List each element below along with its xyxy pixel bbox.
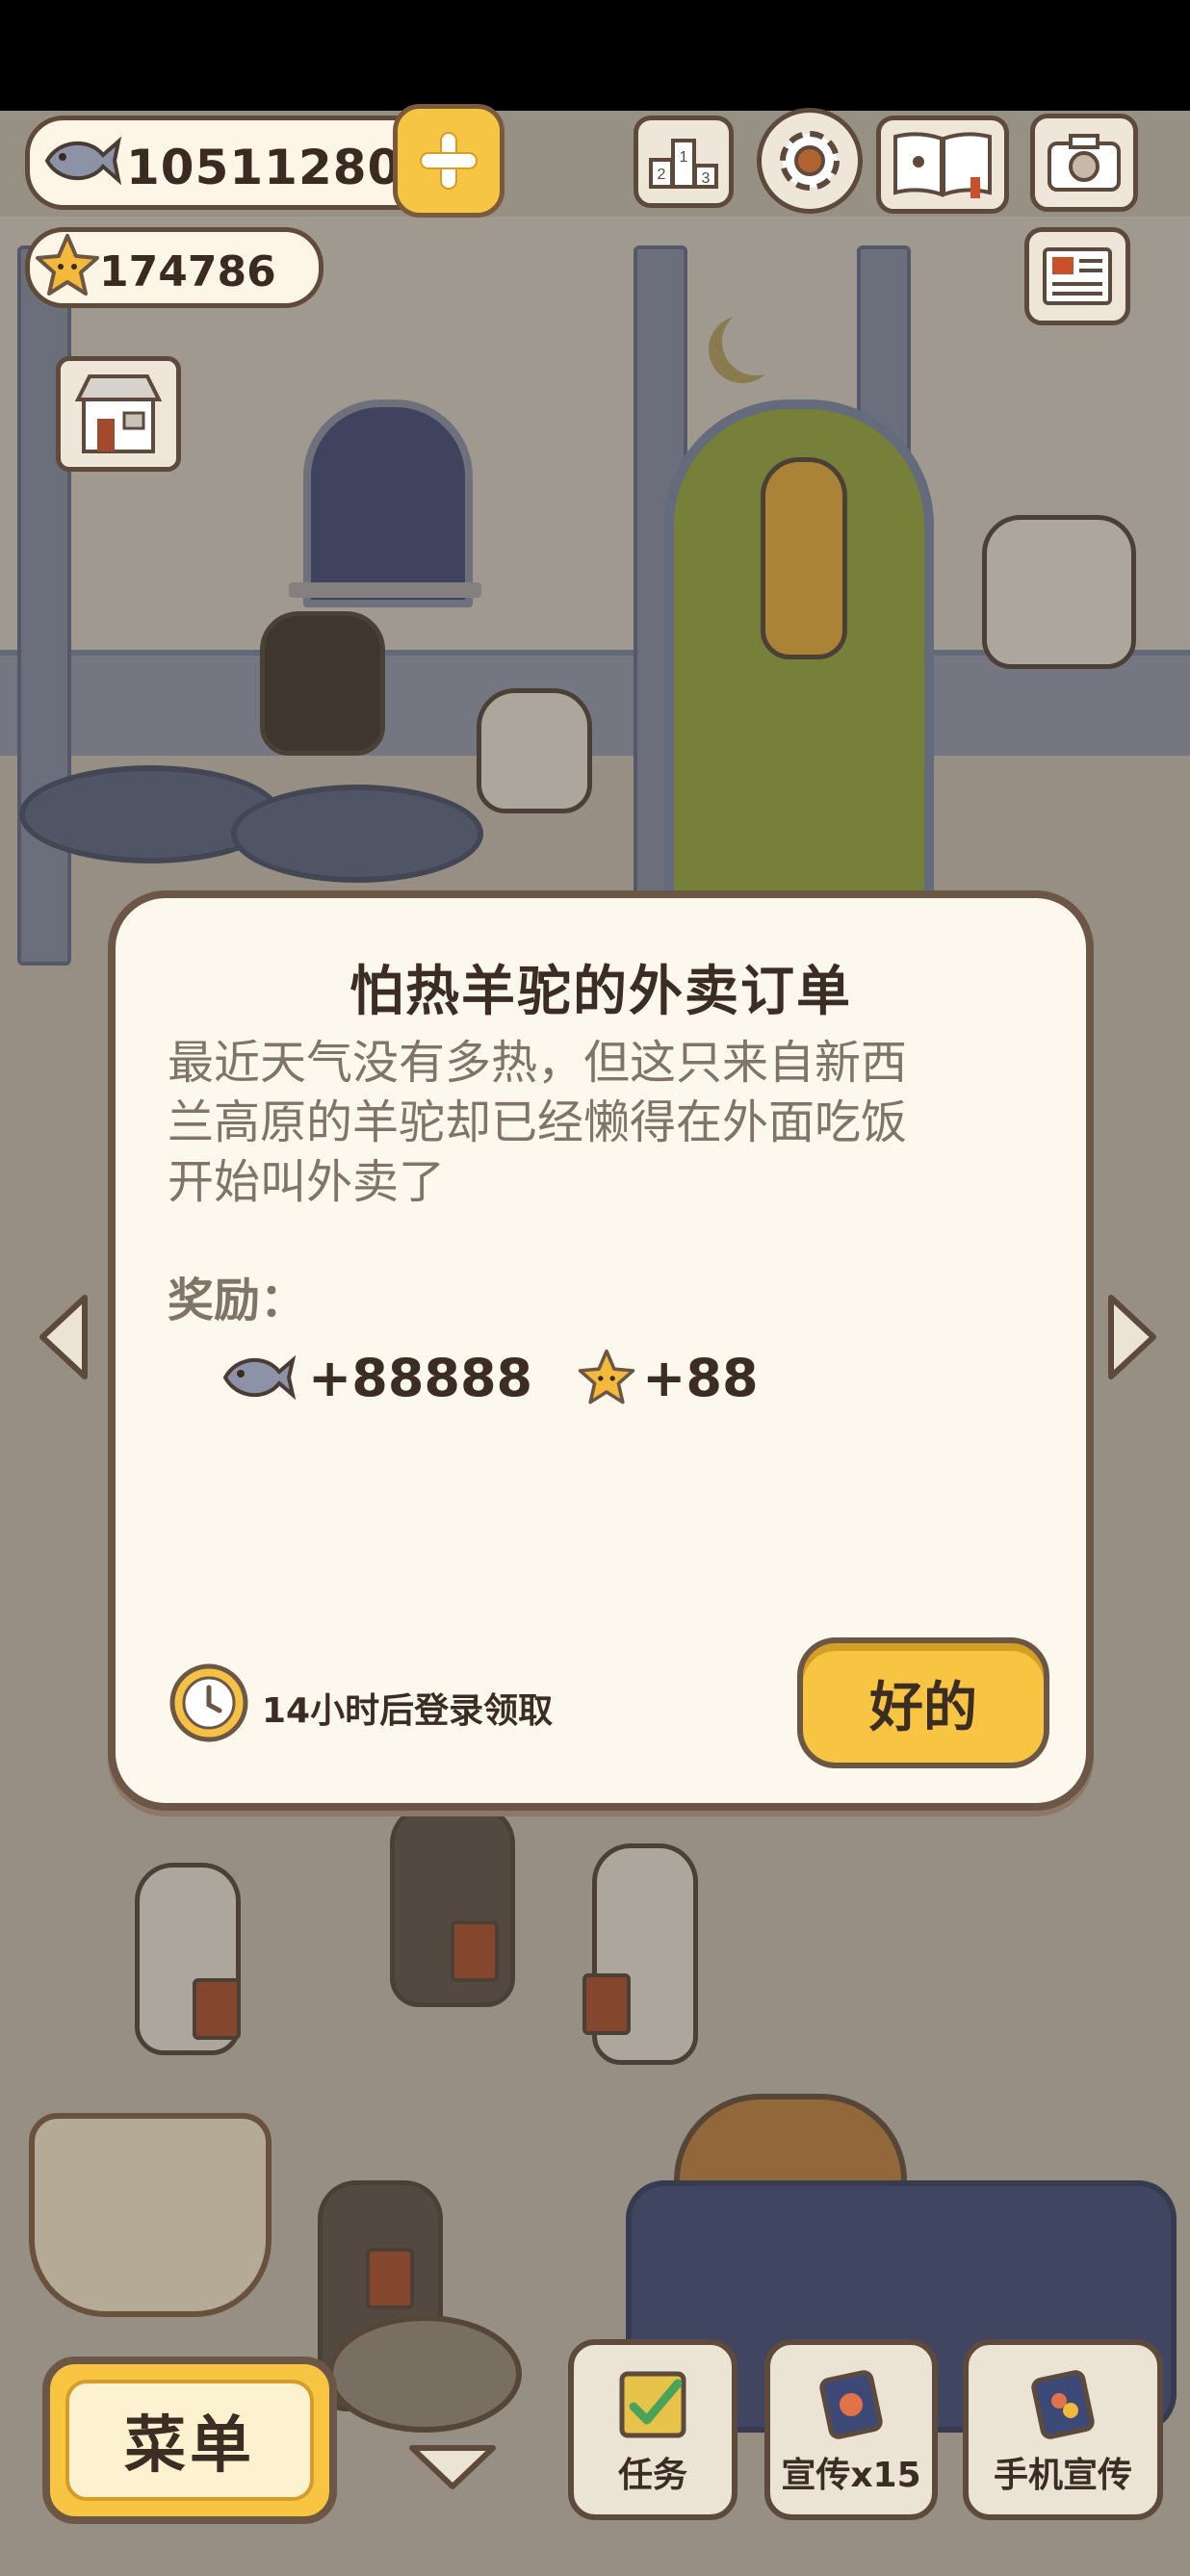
coin-value: 10511280 bbox=[126, 140, 402, 195]
tasks-button[interactable]: 任务 bbox=[568, 2339, 737, 2520]
ranking-button[interactable]: 2 1 3 bbox=[634, 116, 734, 208]
phone-promotion-label: 手机宣传 bbox=[993, 2456, 1132, 2495]
delivery-order-dialog: 怕热羊驼的外卖订单 最近天气没有多热，但这只来自新西 兰高原的羊驼却已经懒得在外… bbox=[108, 890, 1094, 1811]
camera-icon bbox=[1048, 134, 1121, 192]
svg-text:2: 2 bbox=[658, 167, 666, 183]
fish-icon bbox=[222, 1354, 297, 1401]
book-icon bbox=[893, 132, 992, 198]
checklist-icon bbox=[619, 2371, 686, 2438]
shop-icon bbox=[74, 374, 163, 453]
fish-reward-amount: +88888 bbox=[308, 1347, 533, 1408]
promotion-button[interactable]: 宣传x15 bbox=[764, 2339, 938, 2520]
star-icon bbox=[578, 1349, 635, 1404]
menu-button[interactable]: 菜单 bbox=[42, 2357, 337, 2524]
rank-icon: 2 1 3 bbox=[649, 139, 718, 189]
next-arrow-button[interactable] bbox=[1103, 1290, 1163, 1384]
phone-card-icon bbox=[1031, 2370, 1095, 2439]
star-value: 174786 bbox=[99, 247, 276, 296]
status-bar bbox=[0, 0, 1190, 111]
reward-row: +88888 +88 bbox=[220, 1339, 759, 1416]
left-arrow-icon bbox=[39, 1295, 88, 1379]
expand-button[interactable] bbox=[404, 2440, 501, 2494]
svg-text:1: 1 bbox=[680, 149, 688, 166]
description-line: 开始叫外卖了 bbox=[168, 1155, 446, 1209]
add-coins-button[interactable] bbox=[393, 104, 504, 218]
tasks-label: 任务 bbox=[617, 2456, 687, 2495]
menu-label: 菜单 bbox=[65, 2380, 314, 2501]
newspaper-icon bbox=[1043, 247, 1112, 305]
description-line: 兰高原的羊驼却已经懒得在外面吃饭 bbox=[168, 1095, 908, 1149]
plus-icon bbox=[420, 132, 478, 190]
phone-promotion-button[interactable]: 手机宣传 bbox=[963, 2339, 1163, 2520]
fish-icon bbox=[44, 136, 122, 186]
previous-arrow-button[interactable] bbox=[33, 1290, 92, 1384]
cat-album-button[interactable] bbox=[876, 116, 1009, 214]
settings-button[interactable] bbox=[757, 108, 863, 214]
svg-text:3: 3 bbox=[702, 170, 711, 187]
chevron-down-icon bbox=[409, 2445, 496, 2489]
newspaper-button[interactable] bbox=[1024, 227, 1130, 325]
dialog-title: 怕热羊驼的外卖订单 bbox=[349, 961, 852, 1023]
timer-text: 14小时后登录领取 bbox=[262, 1691, 554, 1731]
star-reward-amount: +88 bbox=[642, 1347, 759, 1408]
promotion-label: 宣传x15 bbox=[781, 2456, 921, 2495]
ok-button[interactable]: 好的 bbox=[797, 1637, 1049, 1768]
shop-button[interactable] bbox=[56, 356, 181, 472]
star-icon bbox=[36, 234, 99, 296]
timer-icon bbox=[169, 1663, 248, 1742]
star-counter: 174786 bbox=[25, 227, 323, 308]
dialog-description: 最近天气没有多热，但这只来自新西 兰高原的羊驼却已经懒得在外面吃饭 开始叫外卖了 bbox=[168, 1033, 1034, 1212]
camera-button[interactable] bbox=[1030, 114, 1138, 212]
description-line: 最近天气没有多热，但这只来自新西 bbox=[168, 1036, 908, 1090]
promo-card-icon bbox=[819, 2370, 883, 2439]
right-arrow-icon bbox=[1108, 1295, 1156, 1379]
reward-label: 奖励： bbox=[168, 1274, 307, 1327]
gear-icon bbox=[780, 131, 840, 191]
